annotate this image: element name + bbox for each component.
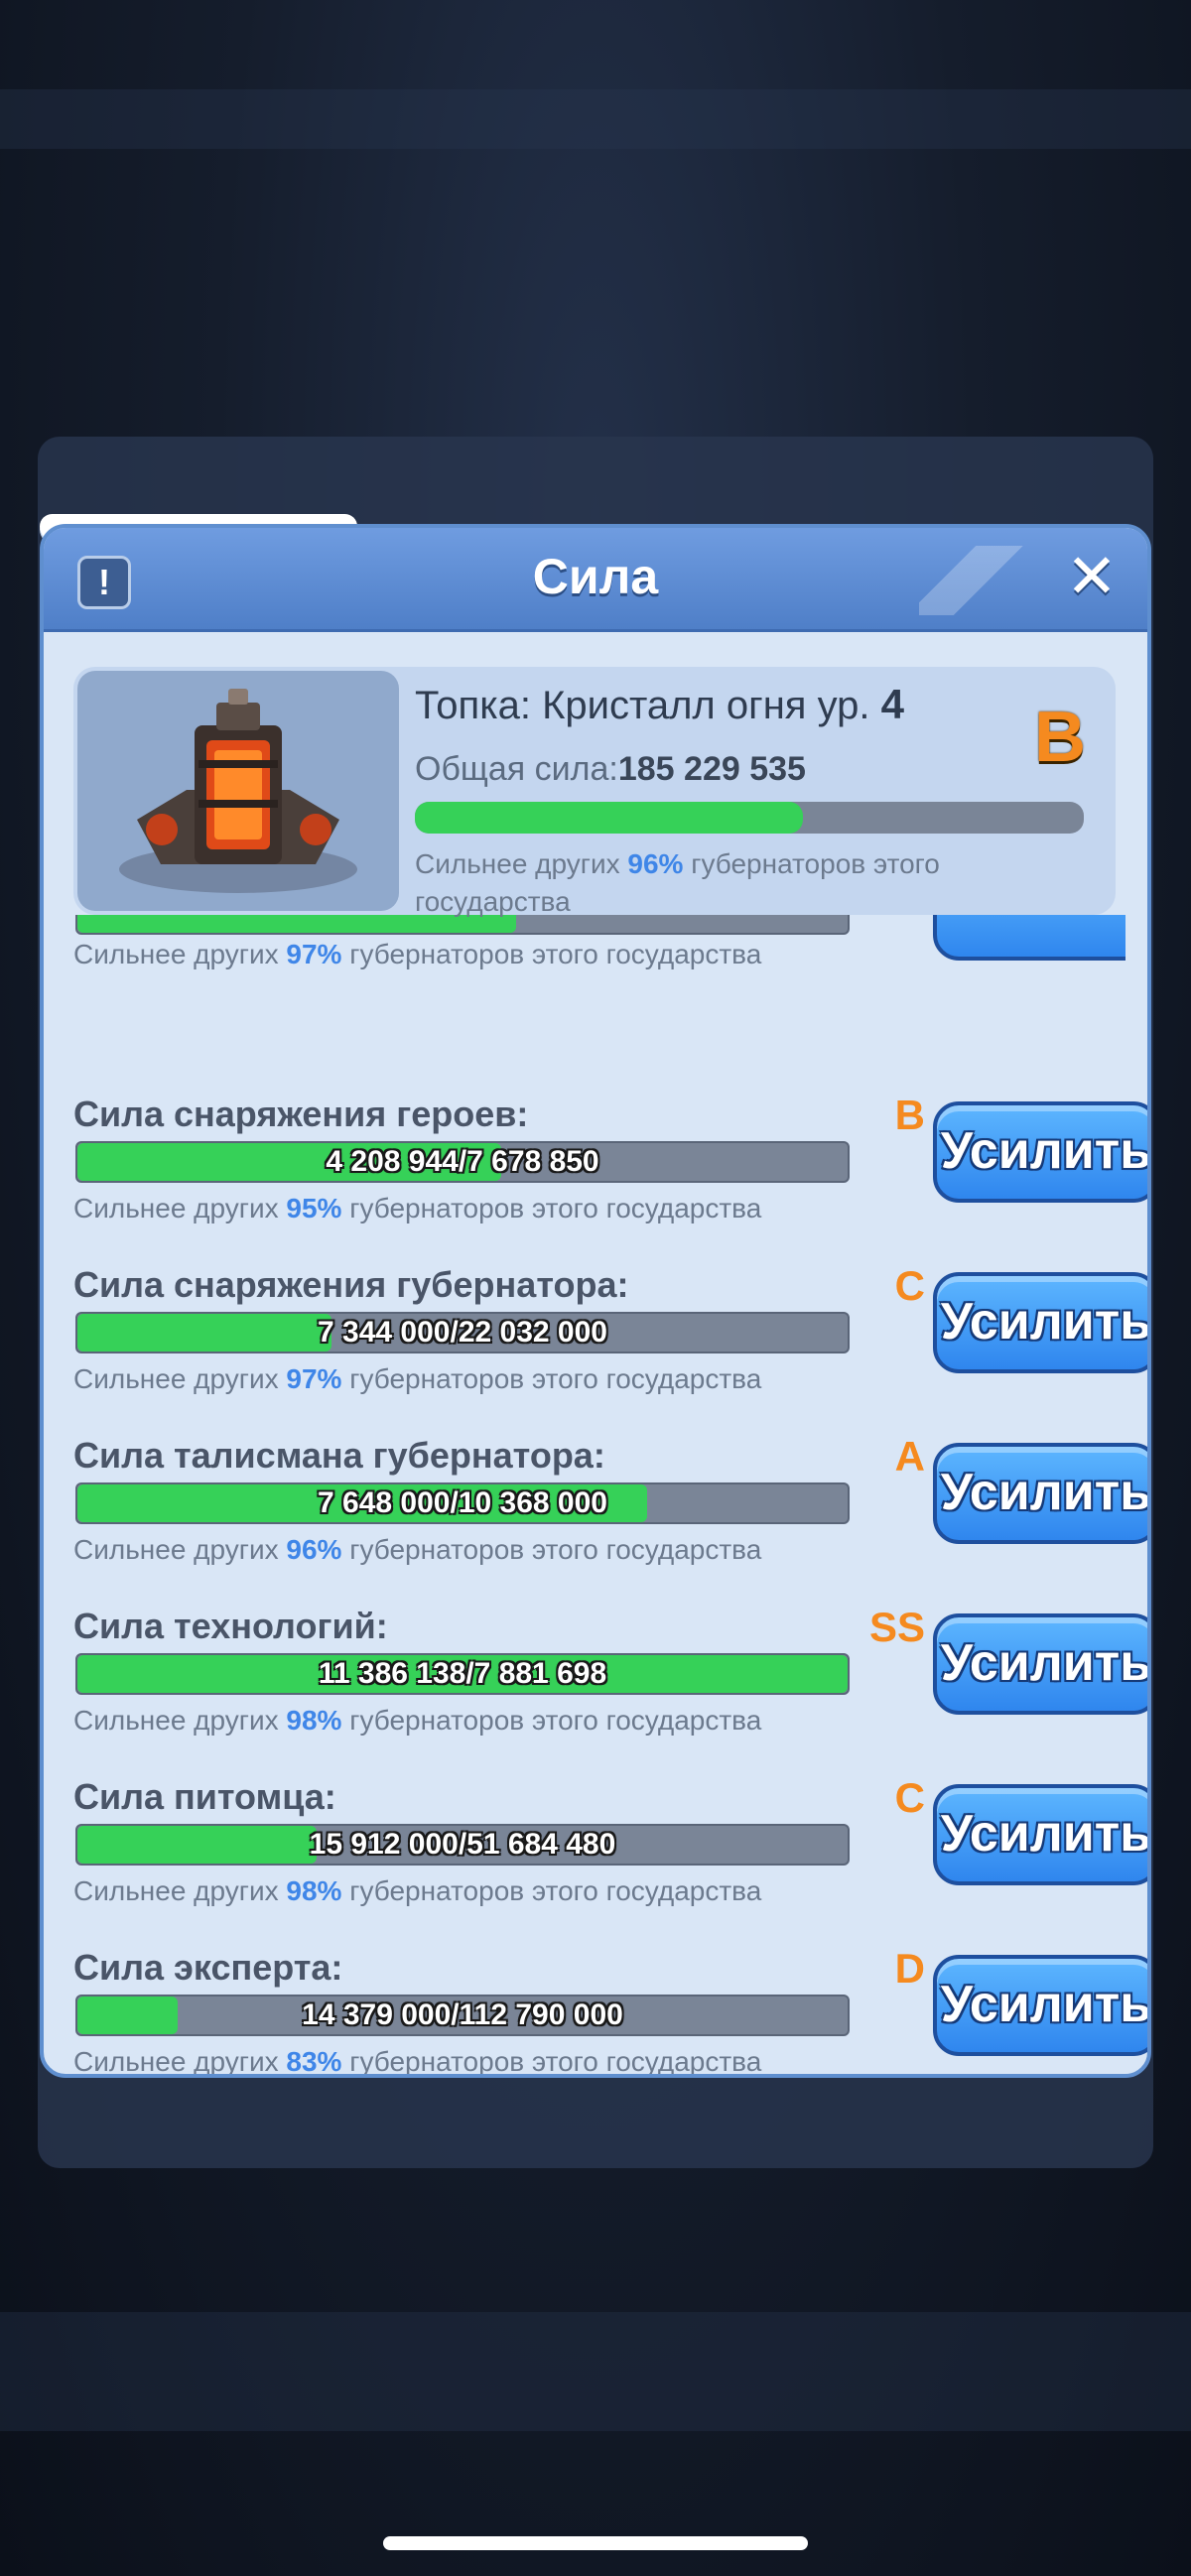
power-modal: ! Сила ✕ Сильнее других 97% губернаторов…: [40, 524, 1151, 2078]
row-note: Сильнее других 97% губернаторов этого го…: [73, 939, 761, 970]
power-row-hero-gear: Сила снаряжения героев: B 4 208 944/7 67…: [73, 1092, 1147, 1262]
home-indicator[interactable]: [383, 2536, 808, 2550]
power-row-pet: Сила питомца: C 15 912 000/51 684 480 Си…: [73, 1774, 1147, 1945]
note-suffix: губернаторов этого государства: [349, 1875, 762, 1906]
note-suffix: губернаторов этого государства: [349, 939, 762, 969]
furnace-title: Топка: Кристалл огня ур. 4: [415, 681, 904, 728]
total-power: Общая сила:185 229 535: [415, 750, 806, 789]
row-grade: A: [894, 1433, 925, 1480]
note-prefix: Сильнее других: [73, 939, 279, 969]
note-prefix: Сильнее других: [73, 1193, 279, 1224]
furnace-image: [77, 671, 399, 911]
summary-note: Сильнее других 96% губернаторов этого го…: [415, 845, 1010, 921]
note-suffix: губернаторов этого государства: [349, 2046, 762, 2077]
power-row-governor-charm: Сила талисмана губернатора: A 7 648 000/…: [73, 1433, 1147, 1604]
note-prefix: Сильнее других: [73, 1875, 279, 1906]
note-suffix: губернаторов этого государства: [349, 1534, 762, 1565]
furnace-level: 4: [880, 681, 904, 727]
note-percent: 96%: [627, 848, 684, 879]
progress-value: 14 379 000/112 790 000: [302, 1998, 623, 2031]
fire-crystal-furnace-icon: [119, 689, 357, 893]
close-button[interactable]: ✕: [1060, 546, 1124, 609]
row-label: Сила технологий:: [73, 1606, 388, 1646]
furnace-name: Топка: Кристалл огня ур.: [415, 684, 870, 727]
power-row-technology: Сила технологий: SS 11 386 138/7 881 698…: [73, 1604, 1147, 1774]
modal-header: ! Сила ✕: [44, 528, 1147, 632]
progress-bar: 7 344 000/22 032 000: [75, 1312, 850, 1353]
power-row-expert: Сила эксперта: D 14 379 000/112 790 000 …: [73, 1945, 1147, 2077]
row-grade: D: [894, 1945, 925, 1992]
boost-button[interactable]: Усилить: [933, 1613, 1147, 1715]
note-percent: 98%: [286, 1705, 342, 1736]
progress-value: 15 912 000/51 684 480: [309, 1828, 616, 1861]
note-percent: 98%: [286, 1875, 342, 1906]
row-grade: C: [894, 1774, 925, 1821]
row-label: Сила снаряжения губернатора:: [73, 1264, 629, 1305]
row-label: Сила питомца:: [73, 1776, 336, 1817]
progress-value: 7 648 000/10 368 000: [318, 1486, 607, 1519]
row-grade: C: [894, 1262, 925, 1309]
note-percent: 95%: [286, 1193, 342, 1224]
background-top-bar: [0, 89, 1191, 149]
total-power-label: Общая сила:: [415, 750, 618, 788]
total-power-value: 185 229 535: [617, 750, 806, 788]
note-percent: 96%: [286, 1534, 342, 1565]
row-label: Сила талисмана губернатора:: [73, 1435, 605, 1476]
row-note: Сильнее других 98% губернаторов этого го…: [73, 1705, 761, 1737]
row-note: Сильнее других 96% губернаторов этого го…: [73, 1534, 761, 1566]
row-label: Сила эксперта:: [73, 1947, 343, 1988]
boost-button[interactable]: Усилить: [933, 1101, 1147, 1203]
row-note: Сильнее других 97% губернаторов этого го…: [73, 1363, 761, 1395]
note-prefix: Сильнее других: [73, 1705, 279, 1736]
boost-button[interactable]: Усилить: [933, 1443, 1147, 1544]
note-prefix: Сильнее других: [73, 1534, 279, 1565]
note-percent: 97%: [286, 939, 342, 969]
progress-bar: 14 379 000/112 790 000: [75, 1995, 850, 2036]
background-bottom-bar: [0, 2312, 1191, 2431]
row-note: Сильнее других 95% губернаторов этого го…: [73, 1193, 761, 1224]
summary-progress-fill: [415, 802, 803, 834]
progress-bar: 11 386 138/7 881 698: [75, 1653, 850, 1695]
progress-value: 4 208 944/7 678 850: [326, 1145, 599, 1178]
boost-button[interactable]: Усилить: [933, 1272, 1147, 1373]
progress-bar: 4 208 944/7 678 850: [75, 1141, 850, 1183]
partial-row: Сильнее других 97% губернаторов этого го…: [73, 915, 1125, 984]
boost-button[interactable]: Усилить: [933, 1955, 1147, 2056]
header-decoration: [919, 546, 1038, 615]
row-note: Сильнее других 83% губернаторов этого го…: [73, 2046, 762, 2077]
summary-progress-bar: [415, 802, 1084, 834]
progress-bar: 15 912 000/51 684 480: [75, 1824, 850, 1866]
row-grade: SS: [868, 1604, 925, 1650]
row-note: Сильнее других 98% губернаторов этого го…: [73, 1875, 761, 1907]
note-prefix: Сильнее других: [415, 848, 620, 879]
progress-value: 11 386 138/7 881 698: [318, 1657, 607, 1690]
row-grade: B: [894, 1092, 925, 1138]
note-percent: 83%: [286, 2046, 342, 2077]
note-prefix: Сильнее других: [73, 1363, 279, 1394]
power-row-governor-gear: Сила снаряжения губернатора: C 7 344 000…: [73, 1262, 1147, 1433]
note-percent: 97%: [286, 1363, 342, 1394]
progress-value: 7 344 000/22 032 000: [318, 1316, 607, 1349]
note-suffix: губернаторов этого государства: [349, 1705, 762, 1736]
note-suffix: губернаторов этого государства: [349, 1363, 762, 1394]
summary-grade: B: [1034, 698, 1086, 777]
progress-bar: 7 648 000/10 368 000: [75, 1482, 850, 1524]
furnace-summary-card: Топка: Кристалл огня ур. 4 B Общая сила:…: [73, 667, 1116, 917]
note-suffix: губернаторов этого государства: [349, 1193, 762, 1224]
partial-boost-button[interactable]: [933, 915, 1125, 961]
note-prefix: Сильнее других: [73, 2046, 279, 2077]
row-label: Сила снаряжения героев:: [73, 1094, 529, 1134]
boost-button[interactable]: Усилить: [933, 1784, 1147, 1885]
